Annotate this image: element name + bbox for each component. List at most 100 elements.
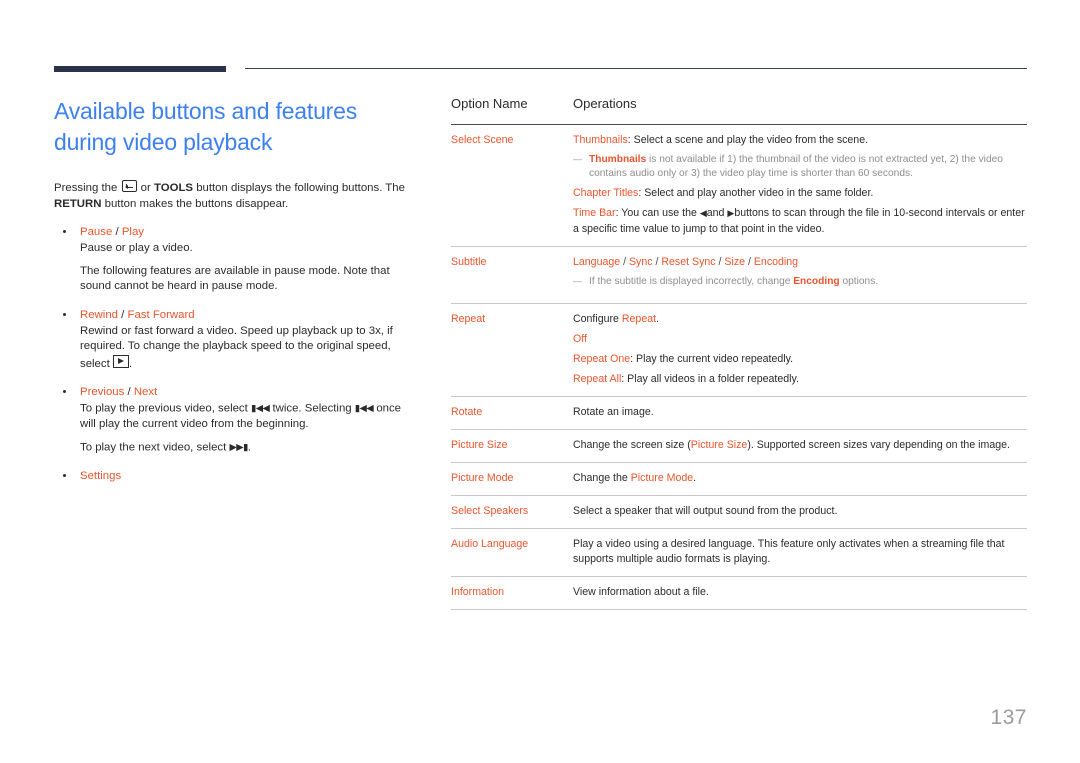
list-item-settings: Settings: [54, 468, 414, 484]
intro-text-3: button displays the following buttons. T…: [196, 182, 405, 194]
operation-line: Repeat All: Play all videos in a folder …: [573, 372, 1027, 387]
tools-button-label: TOOLS: [153, 182, 194, 194]
term-play: Play: [121, 226, 144, 238]
cell-operations: Rotate an image.: [573, 396, 1027, 430]
operation-text-b: .: [693, 472, 697, 484]
operation-line: Time Bar: You can use the ◀and ▶buttons …: [573, 206, 1027, 237]
list-item-heading: Previous / Next: [80, 384, 414, 400]
cell-option-name: Audio Language: [451, 528, 573, 577]
cell-operations: Play a video using a desired language. T…: [573, 528, 1027, 577]
list-item-body: Rewind or fast forward a video. Speed up…: [80, 324, 414, 373]
separator: /: [620, 256, 629, 268]
table-row: Picture Mode Change the Picture Mode.: [451, 462, 1027, 496]
term-repeat-all: Repeat All: [573, 373, 622, 385]
body-text-b: twice. Selecting: [272, 402, 352, 415]
operation-line: Select a speaker that will output sound …: [573, 505, 838, 517]
term-language: Language: [573, 256, 621, 268]
operation-line: Change the screen size (Picture Size). S…: [573, 438, 1027, 453]
operation-text-b: .: [656, 313, 660, 325]
table-body: Select Scene Thumbnails: Select a scene …: [451, 124, 1027, 610]
table-row: Repeat Configure Repeat. Off Repeat One:…: [451, 303, 1027, 397]
enter-key-icon: [121, 180, 137, 192]
table-row: Select Scene Thumbnails: Select a scene …: [451, 124, 1027, 247]
table-head: Option Name Operations: [451, 96, 1027, 125]
table-row: Information View information about a fil…: [451, 576, 1027, 610]
page-title: Available buttons and features during vi…: [54, 98, 358, 155]
cell-option-name: Select Speakers: [451, 495, 573, 529]
term-chapter-titles: Chapter Titles: [573, 187, 639, 199]
cell-operations: Thumbnails: Select a scene and play the …: [573, 124, 1027, 247]
left-arrow-icon: ◀: [699, 209, 707, 219]
table-row: Subtitle Language / Sync / Reset Sync / …: [451, 246, 1027, 304]
term-off: Off: [573, 333, 587, 345]
page-number: 137: [990, 706, 1027, 729]
term-previous: Previous: [80, 386, 125, 398]
term-time-bar: Time Bar: [573, 207, 616, 219]
operation-line: Off: [573, 332, 1027, 347]
document-page: Available buttons and features during vi…: [0, 0, 1080, 763]
cell-option-name: Subtitle: [451, 246, 573, 304]
table-header-row: Option Name Operations: [451, 96, 1027, 125]
cell-option-name: Picture Mode: [451, 462, 573, 496]
term-repeat: Repeat: [621, 313, 657, 325]
table-row: Rotate Rotate an image.: [451, 396, 1027, 430]
separator: /: [124, 386, 134, 398]
cell-option-name: Rotate: [451, 396, 573, 430]
operation-text: : Select and play another video in the s…: [638, 187, 874, 199]
feature-list: Pause / Play Pause or play a video. The …: [54, 224, 414, 484]
operation-line: Chapter Titles: Select and play another …: [573, 186, 1027, 201]
cell-operations: Change the Picture Mode.: [573, 462, 1027, 496]
term-pause: Pause: [80, 226, 113, 238]
list-item-body-2: To play the next video, select ▶▶▮.: [80, 440, 414, 456]
list-item-pause-play: Pause / Play Pause or play a video. The …: [54, 224, 414, 295]
term-fast-forward: Fast Forward: [127, 308, 195, 321]
operation-text: : Play all videos in a folder repeatedly…: [621, 373, 799, 385]
note-line: If the subtitle is displayed incorrectly…: [573, 274, 1027, 289]
cell-operations: View information about a file.: [573, 576, 1027, 610]
column-header-operations: Operations: [573, 96, 637, 111]
term-thumbnails: Thumbnails: [573, 134, 628, 146]
header-rule-accent: [54, 66, 226, 72]
intro-text-2: or: [140, 182, 151, 194]
term-rewind: Rewind: [80, 308, 118, 321]
term-next: Next: [133, 386, 158, 398]
separator: /: [112, 226, 122, 238]
list-item-body-1: To play the previous video, select ▮◀◀ t…: [80, 401, 414, 433]
separator: /: [745, 256, 754, 268]
cell-option-name: Select Scene: [451, 124, 573, 247]
operation-text: : Play the current video repeatedly.: [630, 353, 794, 365]
term-sync: Sync: [628, 256, 653, 268]
term-encoding: Encoding: [793, 276, 840, 287]
left-column: Available buttons and features during vi…: [54, 96, 414, 496]
term-size: Size: [724, 256, 746, 268]
term-reset-sync: Reset Sync: [661, 256, 716, 268]
term-encoding: Encoding: [753, 256, 799, 268]
operation-line: View information about a file.: [573, 586, 709, 598]
play-box-icon: [112, 354, 129, 368]
operation-line: Repeat One: Play the current video repea…: [573, 352, 1027, 367]
cell-operations: Configure Repeat. Off Repeat One: Play t…: [573, 303, 1027, 397]
term-thumbnails: Thumbnails: [589, 154, 647, 165]
operation-text: : Select a scene and play the video from…: [627, 134, 869, 146]
list-item-body-2: The following features are available in …: [80, 264, 390, 293]
table-row: Select Speakers Select a speaker that wi…: [451, 495, 1027, 529]
note-text-b: options.: [839, 276, 879, 287]
term-picture-mode: Picture Mode: [630, 472, 694, 484]
cell-option-name: Repeat: [451, 303, 573, 397]
operation-line: Rotate an image.: [573, 406, 654, 418]
note-text-a: If the subtitle is displayed incorrectly…: [589, 276, 794, 287]
list-item-heading: Settings: [80, 469, 122, 482]
list-item-rewind-fast-forward: Rewind / Fast Forward Rewind or fast for…: [54, 307, 414, 373]
operation-line: Change the Picture Mode.: [573, 471, 1027, 486]
cell-operations: Change the screen size (Picture Size). S…: [573, 429, 1027, 463]
cell-option-name: Picture Size: [451, 429, 573, 463]
body-text-suffix: .: [128, 357, 133, 370]
list-item-previous-next: Previous / Next To play the previous vid…: [54, 384, 414, 456]
body-text-b: .: [247, 441, 251, 453]
cell-option-name: Information: [451, 576, 573, 610]
list-item-heading: Rewind / Fast Forward: [80, 307, 414, 323]
options-table-wrapper: Option Name Operations Select Scene Thum…: [451, 96, 1027, 610]
skip-back-icon: ▮◀◀: [354, 403, 374, 414]
intro-text-4: button makes the buttons disappear.: [104, 198, 289, 210]
operation-line: Language / Sync / Reset Sync / Size / En…: [573, 255, 1027, 270]
